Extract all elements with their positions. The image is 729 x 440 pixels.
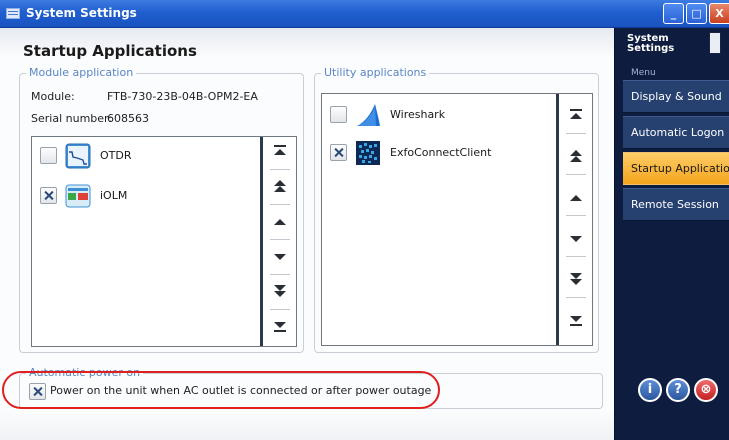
module-group-legend: Module application xyxy=(26,66,137,79)
serial-value: 608563 xyxy=(107,112,149,125)
move-down-button[interactable] xyxy=(562,224,590,257)
move-to-bottom-button[interactable] xyxy=(266,312,294,342)
sidebar-item-automatic-logon[interactable]: Automatic Logon xyxy=(623,116,729,149)
move-down-button[interactable] xyxy=(266,242,294,275)
list-item-wireshark[interactable]: Wireshark xyxy=(330,102,570,128)
page-down-button[interactable] xyxy=(266,277,294,310)
list-item-iolm[interactable]: iOLM xyxy=(40,183,280,209)
sidebar-menu-header: Menu xyxy=(623,68,729,78)
window-title: System Settings xyxy=(26,6,137,20)
module-application-group: Module application Module: FTB-730-23B-0… xyxy=(19,66,304,353)
utility-group-legend: Utility applications xyxy=(321,66,430,79)
module-app-list[interactable]: OTDR iOLM xyxy=(31,136,297,347)
highlight-annotation xyxy=(2,371,440,409)
move-up-button[interactable] xyxy=(562,183,590,216)
iolm-icon xyxy=(65,183,91,209)
device-icon xyxy=(709,32,721,54)
close-button[interactable]: X xyxy=(709,3,729,24)
move-to-top-button[interactable] xyxy=(266,137,294,170)
otdr-checkbox[interactable] xyxy=(40,147,57,164)
title-bar: System Settings _ □ X xyxy=(0,0,729,28)
module-label: Module: xyxy=(31,90,75,103)
wireshark-label: Wireshark xyxy=(390,108,446,121)
module-list-scroll-buttons xyxy=(260,137,296,346)
exfoconnectclient-label: ExfoConnectClient xyxy=(390,146,492,159)
maximize-button[interactable]: □ xyxy=(686,3,707,24)
sidebar-item-label: Display & Sound xyxy=(631,90,722,103)
sidebar-item-label: Automatic Logon xyxy=(631,126,725,139)
utility-list-scroll-buttons xyxy=(556,94,592,345)
utility-app-list[interactable]: Wireshark ExfoConnectClient xyxy=(321,93,593,346)
help-icon[interactable]: ? xyxy=(666,378,690,402)
sidebar-title: System Settings xyxy=(627,33,675,54)
iolm-label: iOLM xyxy=(100,189,128,202)
iolm-checkbox[interactable] xyxy=(40,187,57,204)
exfoconnectclient-checkbox[interactable] xyxy=(330,144,347,161)
page-up-button[interactable] xyxy=(562,142,590,175)
page-title: Startup Applications xyxy=(23,42,197,60)
minimize-button[interactable]: _ xyxy=(663,3,684,24)
move-up-button[interactable] xyxy=(266,207,294,240)
sidebar-item-display-sound[interactable]: Display & Sound xyxy=(623,80,729,113)
page-up-button[interactable] xyxy=(266,172,294,205)
move-to-bottom-button[interactable] xyxy=(562,306,590,336)
wireshark-icon xyxy=(355,102,381,128)
exfoconnect-icon xyxy=(355,140,381,166)
settings-app-icon xyxy=(6,8,20,19)
module-row: Module: FTB-730-23B-04B-OPM2-EA xyxy=(31,90,258,103)
module-value: FTB-730-23B-04B-OPM2-EA xyxy=(107,90,258,103)
serial-label: Serial number: xyxy=(31,112,113,125)
move-to-top-button[interactable] xyxy=(562,101,590,134)
sidebar-item-label: Remote Session xyxy=(631,198,719,211)
exit-icon[interactable]: ⊗ xyxy=(694,378,718,402)
sidebar-item-label: Startup Applications xyxy=(631,162,729,175)
page-down-button[interactable] xyxy=(562,265,590,298)
sidebar-item-startup-applications[interactable]: Startup Applications xyxy=(623,152,729,185)
list-item-exfoconnectclient[interactable]: ExfoConnectClient xyxy=(330,140,570,166)
menu-label: Menu xyxy=(631,68,656,78)
otdr-icon xyxy=(65,143,91,169)
wireshark-checkbox[interactable] xyxy=(330,106,347,123)
info-icon[interactable]: i xyxy=(638,378,662,402)
serial-row: Serial number: 608563 xyxy=(31,112,149,125)
sidebar-item-remote-session[interactable]: Remote Session xyxy=(623,188,729,221)
otdr-label: OTDR xyxy=(100,149,132,162)
sidebar: System Settings Menu Display & Sound Aut… xyxy=(614,28,729,440)
list-item-otdr[interactable]: OTDR xyxy=(40,143,280,169)
utility-applications-group: Utility applications Wireshark ExfoConne… xyxy=(314,66,599,353)
